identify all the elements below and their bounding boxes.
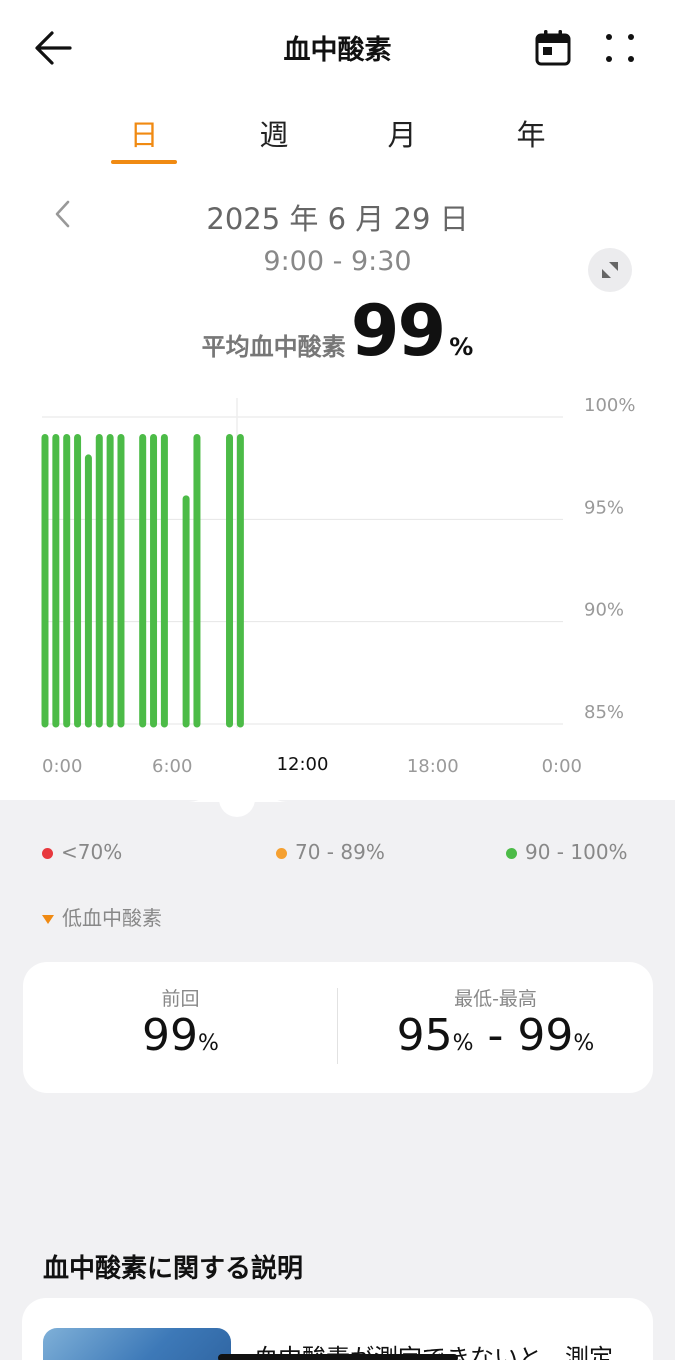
- previous-value-line: 99%: [23, 1010, 338, 1061]
- blood-oxygen-chart[interactable]: 100%95%90%85%0:00 6:00 12:00 18:00 0:00: [0, 390, 675, 790]
- unit: %: [573, 1031, 595, 1056]
- header: 血中酸素: [0, 0, 675, 96]
- x-tick-label: 0:00: [42, 756, 82, 777]
- low-oxygen-label: 低血中酸素: [62, 906, 162, 930]
- tab-week[interactable]: 週: [234, 112, 314, 154]
- average-unit: %: [449, 333, 474, 361]
- y-tick-label: 95%: [584, 497, 624, 518]
- legend-item-low: <70%: [42, 840, 122, 864]
- unit: %: [452, 1031, 474, 1056]
- time-slider-handle[interactable]: [219, 781, 255, 817]
- range-label: 最低-最高: [454, 988, 537, 1010]
- legend-label: 90 - 100%: [525, 840, 628, 864]
- selected-time-range: 9:00 - 9:30: [263, 246, 412, 277]
- unit: %: [198, 1031, 219, 1056]
- min-value: 95: [396, 1010, 453, 1061]
- x-tick-label: 0:00: [542, 756, 582, 777]
- tab-month[interactable]: 月: [362, 112, 442, 154]
- period-tabs: 日 週 月 年: [0, 112, 675, 168]
- max-value: 99: [517, 1010, 574, 1061]
- x-tick-label: 6:00: [152, 756, 192, 777]
- range-stat: 最低-最高 95% - 99%: [338, 962, 653, 1093]
- more-dots-icon: [606, 34, 634, 62]
- average-display: 平均血中酸素 99 %: [0, 290, 675, 372]
- y-tick-label: 90%: [584, 600, 624, 621]
- orange-dot-icon: [276, 848, 287, 859]
- previous-value: 99: [142, 1010, 199, 1061]
- previous-label: 前回: [161, 988, 200, 1010]
- red-dot-icon: [42, 848, 53, 859]
- more-button[interactable]: [600, 28, 640, 68]
- active-tab-indicator: [111, 160, 177, 164]
- section-title: 血中酸素に関する説明: [43, 1254, 304, 1284]
- legend-label: <70%: [61, 840, 123, 864]
- expand-icon: [602, 262, 618, 278]
- range-separator: -: [473, 1010, 518, 1061]
- triangle-down-icon: [42, 915, 54, 924]
- low-oxygen-marker-legend: 低血中酸素: [42, 902, 162, 931]
- y-tick-label: 100%: [584, 395, 635, 416]
- home-indicator: [218, 1354, 458, 1360]
- average-value: 99: [350, 290, 446, 372]
- legend-label: 70 - 89%: [295, 840, 385, 864]
- stats-card: 前回 99% 最低-最高 95% - 99%: [23, 962, 653, 1093]
- average-label: 平均血中酸素: [201, 333, 346, 361]
- article-thumbnail: [43, 1328, 231, 1360]
- legend-item-mid: 70 - 89%: [276, 840, 385, 864]
- previous-stat: 前回 99%: [23, 962, 338, 1093]
- page-title: 血中酸素: [283, 35, 392, 66]
- tab-year[interactable]: 年: [491, 112, 571, 154]
- calendar-icon: [535, 30, 571, 66]
- selected-date: 2025 年 6 月 29 日: [206, 202, 469, 236]
- y-tick-label: 85%: [584, 702, 624, 723]
- calendar-button[interactable]: [533, 28, 573, 68]
- expand-button[interactable]: [588, 248, 632, 292]
- tab-day[interactable]: 日: [104, 112, 184, 154]
- green-dot-icon: [506, 848, 517, 859]
- range-value-line: 95% - 99%: [338, 1010, 653, 1061]
- legend-item-normal: 90 - 100%: [506, 840, 628, 864]
- info-article-card[interactable]: 血中酸素が測定できないと、測定: [22, 1298, 653, 1360]
- x-tick-label: 18:00: [407, 756, 459, 777]
